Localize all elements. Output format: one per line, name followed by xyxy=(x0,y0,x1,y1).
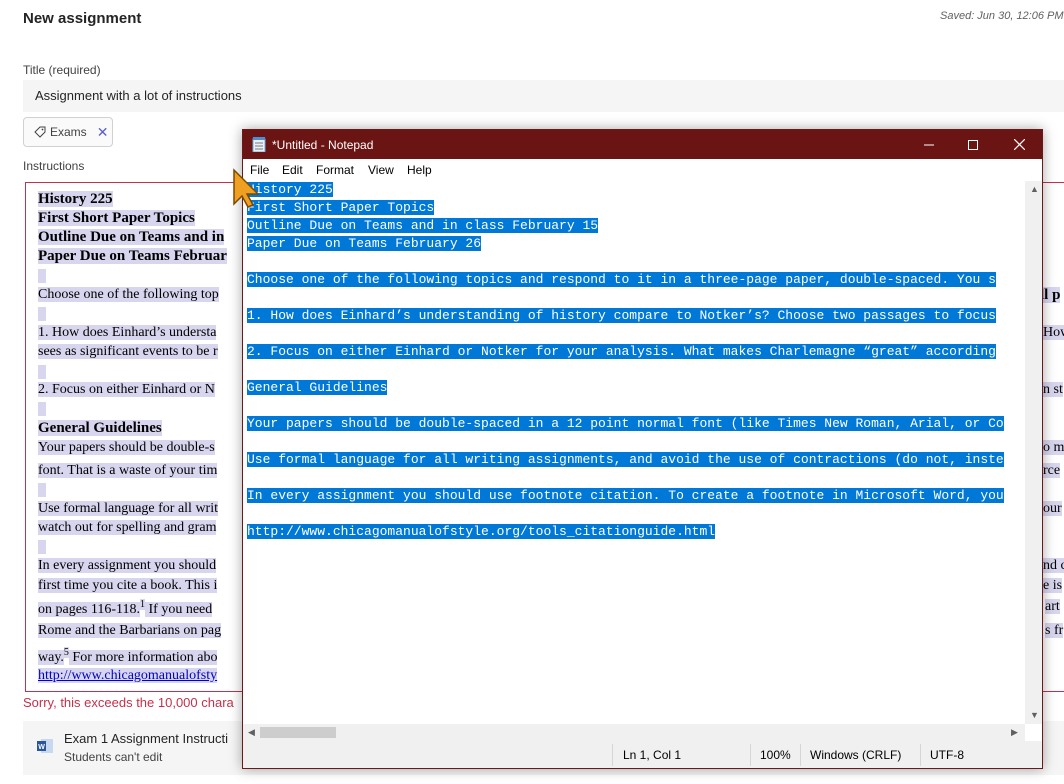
minimize-icon xyxy=(924,144,934,145)
title-input[interactable]: Assignment with a lot of instructions xyxy=(23,80,1064,112)
editor-blank-line xyxy=(38,269,46,283)
svg-text:W: W xyxy=(38,744,45,751)
editor-line: Use formal language for all writ xyxy=(38,501,218,516)
editor-blank-line xyxy=(38,483,46,497)
close-icon[interactable]: ✕ xyxy=(97,124,109,141)
notepad-line: Choose one of the following topics and r… xyxy=(247,272,996,287)
editor-blank-line xyxy=(38,307,46,321)
scroll-left-icon[interactable]: ◀ xyxy=(248,727,255,738)
notepad-title: *Untitled - Notepad xyxy=(272,138,374,152)
attachment-name: Exam 1 Assignment Instructi xyxy=(64,731,229,746)
notepad-line: General Guidelines xyxy=(247,380,388,395)
menu-help[interactable]: Help xyxy=(407,163,432,177)
minimize-button[interactable] xyxy=(906,130,952,159)
notepad-line: Paper Due on Teams February 26 xyxy=(247,236,482,251)
notepad-line: Outline Due on Teams and in class Februa… xyxy=(247,218,599,233)
editor-line: First Short Paper Topics xyxy=(38,210,195,226)
notepad-line: http://www.chicagomanualofstyle.org/tool… xyxy=(247,524,716,539)
instructions-label: Instructions xyxy=(23,159,85,173)
scroll-down-icon[interactable]: ▼ xyxy=(1030,710,1039,720)
notepad-line: Use formal language for all writing assi… xyxy=(247,452,1004,467)
editor-line-fragment: e is xyxy=(1043,578,1063,593)
notepad-text-area[interactable]: History 225 First Short Paper Topics Out… xyxy=(243,181,1025,724)
editor-line-fragment: s fr xyxy=(1045,623,1064,638)
editor-blank-line xyxy=(38,540,46,554)
editor-line: font. That is a waste of your tim xyxy=(38,463,218,478)
notepad-line: 2. Focus on either Einhard or Notker for… xyxy=(247,344,996,359)
editor-line: In every assignment you should xyxy=(38,558,217,573)
notepad-menubar: File Edit Format View Help xyxy=(243,159,1042,181)
attachment-permission: Students can't edit xyxy=(64,750,163,764)
editor-line-fragment: o m xyxy=(1043,440,1064,455)
scroll-up-icon[interactable]: ▲ xyxy=(1030,184,1039,194)
error-message: Sorry, this exceeds the 10,000 chara xyxy=(23,695,234,710)
editor-line: on pages 116-118.1 If you need xyxy=(38,599,213,617)
editor-line: Paper Due on Teams Februar xyxy=(38,248,227,264)
vertical-scroll-thumb[interactable] xyxy=(1029,195,1038,705)
editor-line-fragment: ll p xyxy=(1040,287,1061,303)
editor-line: 2. Focus on either Einhard or N xyxy=(38,382,215,397)
close-icon xyxy=(1013,139,1025,150)
editor-line: watch out for spelling and gram xyxy=(38,520,217,535)
notepad-titlebar[interactable]: *Untitled - Notepad xyxy=(243,130,1042,159)
editor-link[interactable]: http://www.chicagomanualofsty xyxy=(38,668,218,684)
menu-view[interactable]: View xyxy=(368,163,394,177)
editor-line: Outline Due on Teams and in xyxy=(38,229,225,245)
horizontal-scroll-thumb[interactable] xyxy=(260,727,336,738)
status-separator xyxy=(920,744,921,766)
close-button[interactable] xyxy=(996,130,1042,159)
editor-line: sees as significant events to be r xyxy=(38,344,218,359)
notepad-window[interactable]: *Untitled - Notepad File Edit Format Vie… xyxy=(242,129,1043,769)
editor-line: Rome and the Barbarians on pag xyxy=(38,623,222,638)
editor-blank-line xyxy=(38,402,46,416)
editor-line-fragment: art xyxy=(1045,599,1060,614)
scroll-right-icon[interactable]: ▶ xyxy=(1011,727,1018,738)
page-title: New assignment xyxy=(23,10,142,27)
editor-line: Your papers should be double-s xyxy=(38,440,215,455)
notepad-app-icon xyxy=(252,137,266,152)
menu-edit[interactable]: Edit xyxy=(282,163,303,177)
status-separator xyxy=(800,744,801,766)
notepad-line: Your papers should be double-spaced in a… xyxy=(247,416,1004,431)
editor-line: 1. How does Einhard’s understa xyxy=(38,325,217,340)
saved-status: Saved: Jun 30, 12:06 PM xyxy=(940,10,1064,22)
editor-line: History 225 xyxy=(38,191,113,207)
editor-line-fragment: How xyxy=(1043,325,1064,341)
status-separator xyxy=(750,744,751,766)
editor-line: Choose one of the following top xyxy=(38,287,219,302)
notepad-line: First Short Paper Topics xyxy=(247,200,435,215)
cursor-position: Ln 1, Col 1 xyxy=(623,748,682,762)
editor-line: General Guidelines xyxy=(38,420,162,436)
status-separator xyxy=(612,744,613,766)
editor-line: first time you cite a book. This i xyxy=(38,578,218,593)
line-endings: Windows (CRLF) xyxy=(810,748,902,762)
mouse-cursor-icon xyxy=(233,168,260,208)
notepad-line: 1. How does Einhard’s understanding of h… xyxy=(247,308,996,323)
editor-blank-line xyxy=(38,365,46,379)
vertical-scrollbar[interactable]: ▲ ▼ xyxy=(1025,181,1042,724)
notepad-line: In every assignment you should use footn… xyxy=(247,488,1004,503)
tag-icon xyxy=(34,126,46,138)
tag-chip[interactable]: Exams ✕ xyxy=(23,117,113,147)
word-file-icon: W xyxy=(37,739,53,753)
title-label: Title (required) xyxy=(23,63,101,77)
notepad-statusbar: Ln 1, Col 1 100% Windows (CRLF) UTF-8 xyxy=(243,741,1042,768)
zoom-level: 100% xyxy=(760,748,791,762)
horizontal-scrollbar[interactable]: ◀ ▶ xyxy=(243,724,1025,741)
encoding: UTF-8 xyxy=(930,748,964,762)
editor-line-fragment: nd c xyxy=(1043,558,1064,574)
maximize-icon xyxy=(968,139,978,150)
tag-label: Exams xyxy=(50,125,87,139)
editor-line: way.5 For more information abo xyxy=(38,647,218,665)
editor-line-fragment: n st xyxy=(1043,382,1063,397)
menu-format[interactable]: Format xyxy=(316,163,354,177)
maximize-button[interactable] xyxy=(950,130,996,159)
